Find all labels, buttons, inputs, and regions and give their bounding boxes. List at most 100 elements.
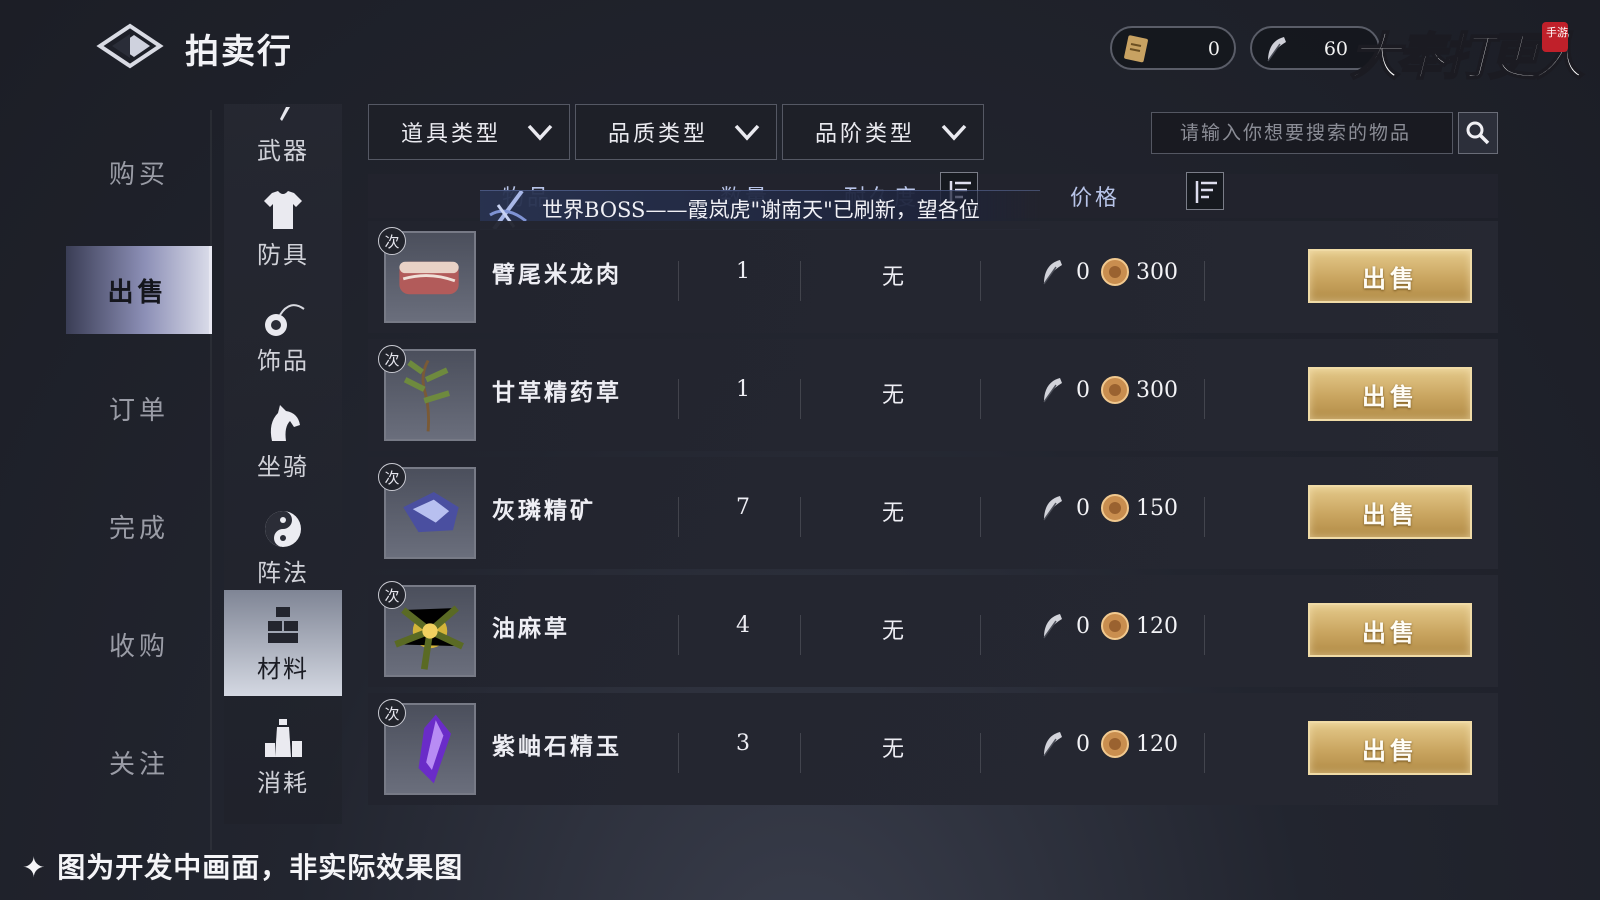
- item-quantity: 7: [736, 495, 750, 520]
- sell-button[interactable]: 出售: [1308, 485, 1472, 539]
- feather-icon: [1043, 614, 1062, 639]
- item-durability: 无: [881, 737, 904, 762]
- ticket-icon: [1124, 35, 1148, 63]
- price-feather-amount: 0: [1076, 377, 1090, 403]
- category-formation[interactable]: 阵法: [224, 494, 342, 600]
- price-feather-amount: 0: [1076, 731, 1090, 757]
- category-material[interactable]: 材料: [224, 590, 342, 696]
- chevron-down-icon: [527, 124, 553, 141]
- sell-button[interactable]: 出售: [1308, 249, 1472, 303]
- item-name: 灰璘精矿: [492, 497, 596, 524]
- category-armor[interactable]: 防具: [224, 176, 342, 282]
- quality-badge: 次: [378, 463, 406, 491]
- price-coin-amount: 120: [1136, 731, 1178, 757]
- horse-icon: [270, 404, 300, 441]
- category-nav: 武器 防具 饰品 坐骑 阵法 材料 消耗: [224, 104, 342, 824]
- item-type-dropdown[interactable]: 道具类型: [368, 104, 570, 160]
- accessory-icon: [265, 303, 305, 336]
- main-nav-buy[interactable]: 购买: [66, 128, 212, 216]
- feather-amount: 60: [1323, 38, 1348, 60]
- column-divider: [678, 379, 679, 419]
- grade-type-label: 品阶类型: [815, 122, 916, 147]
- ticket-currency[interactable]: 0: [1110, 26, 1236, 70]
- quality-type-dropdown[interactable]: 品质类型: [575, 104, 777, 160]
- main-nav-completed[interactable]: 完成: [66, 482, 212, 570]
- category-accessory[interactable]: 饰品: [224, 282, 342, 388]
- category-accessory-label: 饰品: [257, 346, 309, 375]
- price-coin-amount: 120: [1136, 613, 1178, 639]
- back-arrow-icon: [96, 23, 164, 69]
- main-nav-sell[interactable]: 出售: [66, 246, 212, 334]
- table-row: 次 甘草精药草 1 无 0 300 出售: [368, 339, 1498, 451]
- table-row: 次 灰璘精矿 7 无 0 150 出售: [368, 457, 1498, 569]
- search-button[interactable]: [1458, 112, 1498, 154]
- item-quantity: 1: [736, 259, 750, 284]
- item-quantity: 3: [736, 731, 750, 756]
- category-weapon-label: 武器: [257, 137, 309, 165]
- quality-badge: 次: [378, 227, 406, 255]
- formation-icon: [265, 510, 301, 547]
- column-divider: [678, 615, 679, 655]
- copper-coin-icon: [1101, 730, 1129, 758]
- column-divider: [678, 261, 679, 301]
- column-divider: [678, 497, 679, 537]
- grade-type-dropdown[interactable]: 品阶类型: [782, 104, 984, 160]
- copper-coin-icon: [1101, 258, 1129, 286]
- feather-icon: [1043, 732, 1062, 757]
- search-icon: [1466, 121, 1490, 145]
- main-nav: 购买 出售 订单 完成 收购 关注: [66, 110, 212, 850]
- back-button[interactable]: [96, 20, 164, 72]
- column-divider: [1204, 497, 1205, 537]
- column-divider: [1204, 379, 1205, 419]
- chevron-down-icon: [734, 124, 760, 141]
- column-divider: [980, 497, 981, 537]
- column-divider: [980, 733, 981, 773]
- category-weapon[interactable]: 武器: [224, 90, 342, 166]
- price-coin-amount: 300: [1136, 259, 1178, 285]
- column-divider: [800, 615, 801, 655]
- col-price-header: 价格: [1070, 186, 1121, 211]
- price-coin-amount: 300: [1136, 377, 1178, 403]
- category-consumable[interactable]: 消耗: [224, 704, 342, 810]
- table-row: 次 臂尾米龙肉 1 无 0 300 出售: [368, 221, 1498, 333]
- page-title: 拍卖行: [185, 32, 293, 72]
- column-divider: [1204, 615, 1205, 655]
- sell-button[interactable]: 出售: [1308, 721, 1472, 775]
- search-input[interactable]: 请输入你想要搜索的物品: [1151, 112, 1453, 154]
- main-nav-purchase[interactable]: 收购: [66, 600, 212, 688]
- table-row: 次 紫岫石精玉 3 无 0 120 出售: [368, 693, 1498, 805]
- dev-disclaimer: ✦ 图为开发中画面，非实际效果图: [22, 851, 464, 884]
- column-divider: [1204, 733, 1205, 773]
- category-mount[interactable]: 坐骑: [224, 388, 342, 494]
- copper-coin-icon: [1101, 376, 1129, 404]
- item-price: 0 150: [1038, 493, 1178, 523]
- price-feather-amount: 0: [1076, 613, 1090, 639]
- feather-icon: [1267, 37, 1286, 62]
- copper-coin-icon: [1101, 494, 1129, 522]
- item-quantity: 4: [736, 613, 750, 638]
- category-armor-label: 防具: [257, 240, 309, 269]
- sword-icon: [280, 107, 290, 121]
- main-nav-orders[interactable]: 订单: [66, 364, 212, 452]
- item-name: 甘草精药草: [492, 379, 622, 406]
- broadcast-text: 世界BOSS——霞岚虎"谢南天"已刷新，望各位: [542, 198, 980, 222]
- quality-badge: 次: [378, 699, 406, 727]
- quality-badge: 次: [378, 581, 406, 609]
- item-durability: 无: [881, 501, 904, 526]
- sort-price-button[interactable]: [1186, 172, 1224, 210]
- sell-button[interactable]: 出售: [1308, 367, 1472, 421]
- main-nav-watchlist[interactable]: 关注: [66, 718, 212, 806]
- item-durability: 无: [881, 619, 904, 644]
- material-icon: [268, 606, 298, 643]
- sell-button[interactable]: 出售: [1308, 603, 1472, 657]
- potion-icon: [265, 718, 302, 757]
- item-price: 0 300: [1038, 257, 1178, 287]
- column-divider: [800, 261, 801, 301]
- armor-icon: [264, 190, 302, 229]
- price-coin-amount: 150: [1136, 495, 1178, 521]
- sort-icon: [1195, 181, 1217, 203]
- chevron-down-icon: [941, 124, 967, 141]
- item-durability: 无: [881, 265, 904, 290]
- quality-type-label: 品质类型: [608, 122, 709, 147]
- item-price: 0 300: [1038, 375, 1178, 405]
